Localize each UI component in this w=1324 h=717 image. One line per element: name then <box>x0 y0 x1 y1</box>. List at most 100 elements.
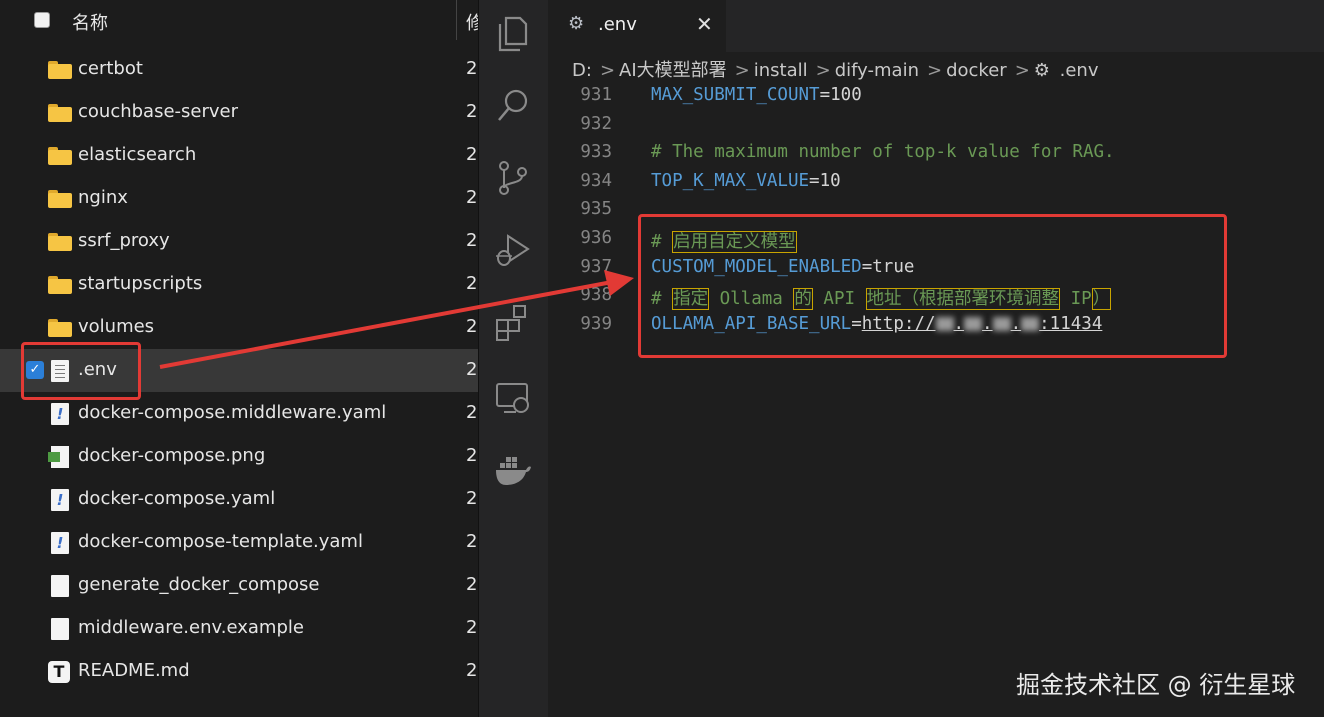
code-line: 932 <box>548 111 1324 140</box>
file-date: 2 <box>466 617 478 638</box>
annotation-box-config <box>638 214 1227 358</box>
gear-icon: ⚙ <box>1033 60 1056 81</box>
file-name: certbot <box>78 58 143 79</box>
folder-icon <box>48 61 72 79</box>
line-number: 933 <box>580 142 612 163</box>
column-divider[interactable] <box>456 0 457 40</box>
file-name: nginx <box>78 187 128 208</box>
breadcrumb-item[interactable]: docker <box>946 60 1007 81</box>
file-date: 2 <box>466 359 478 380</box>
file-date: 2 <box>466 574 478 595</box>
line-number: 939 <box>580 313 612 334</box>
file-row[interactable]: couchbase-server 2 <box>0 91 478 134</box>
markdown-file-icon: T <box>48 661 70 683</box>
file-date: 2 <box>466 402 478 423</box>
line-number: 932 <box>580 113 612 134</box>
file-date: 2 <box>466 316 478 337</box>
file-name: middleware.env.example <box>78 617 304 638</box>
code-line: 933 # The maximum number of top-k value f… <box>548 139 1324 168</box>
file-row[interactable]: ssrf_proxy 2 <box>0 220 478 263</box>
yaml-file-icon: ! <box>51 489 69 511</box>
column-name-header[interactable]: 名称 <box>72 9 108 35</box>
close-icon[interactable]: ✕ <box>696 12 713 36</box>
file-icon <box>51 575 69 597</box>
line-number: 931 <box>580 85 612 105</box>
breadcrumb-item[interactable]: install <box>754 60 808 81</box>
search-icon[interactable] <box>494 86 532 126</box>
chevron-right-icon: > <box>1014 60 1030 81</box>
code-comment: # The maximum number of top-k value for … <box>651 142 1115 163</box>
breadcrumb-item[interactable]: .env <box>1060 60 1099 81</box>
file-name: elasticsearch <box>78 144 197 165</box>
file-date: 2 <box>466 273 478 294</box>
file-name: couchbase-server <box>78 101 239 122</box>
file-date: 2 <box>466 144 478 165</box>
file-date: 2 <box>466 187 478 208</box>
code-line: 934 TOP_K_MAX_VALUE=10 <box>548 168 1324 197</box>
file-row[interactable]: certbot 2 <box>0 48 478 91</box>
env-value: 10 <box>819 170 841 191</box>
file-name: ssrf_proxy <box>78 230 170 251</box>
file-name: docker-compose.yaml <box>78 488 276 509</box>
env-key: MAX_SUBMIT_COUNT <box>651 85 820 105</box>
file-icon <box>51 618 69 640</box>
file-name: docker-compose.middleware.yaml <box>78 402 387 423</box>
breadcrumb-item[interactable]: dify-main <box>835 60 919 81</box>
line-number: 935 <box>580 199 612 220</box>
file-row[interactable]: ! docker-compose.yaml 2 <box>0 478 478 521</box>
watermark: 掘金技术社区 @ 衍生星球 <box>1016 671 1296 699</box>
column-header: 名称 ^ 修 <box>0 0 484 42</box>
file-date: 2 <box>466 660 478 681</box>
chevron-right-icon: > <box>927 60 943 81</box>
annotation-box-env-file <box>21 342 141 400</box>
file-name: startupscripts <box>78 273 203 294</box>
chevron-right-icon: > <box>815 60 831 81</box>
folder-icon <box>48 147 72 165</box>
file-name: docker-compose-template.yaml <box>78 531 363 552</box>
file-row[interactable]: docker-compose.png 2 <box>0 435 478 478</box>
file-date: 2 <box>466 445 478 466</box>
files-icon[interactable] <box>494 14 532 54</box>
docker-icon[interactable] <box>494 450 532 490</box>
breadcrumb-item[interactable]: AI大模型部署 <box>619 60 727 81</box>
sort-ascending-icon: ^ <box>238 0 249 8</box>
folder-icon <box>48 319 72 337</box>
file-name: generate_docker_compose <box>78 574 320 595</box>
line-number: 938 <box>580 285 612 306</box>
line-number: 936 <box>580 227 612 248</box>
folder-icon <box>48 104 72 122</box>
file-row[interactable]: nginx 2 <box>0 177 478 220</box>
select-all-checkbox[interactable] <box>34 12 50 28</box>
folder-icon <box>48 233 72 251</box>
file-date: 2 <box>466 58 478 79</box>
file-row[interactable]: startupscripts 2 <box>0 263 478 306</box>
file-date: 2 <box>466 531 478 552</box>
yaml-file-icon: ! <box>51 532 69 554</box>
file-name: README.md <box>78 660 190 681</box>
file-row[interactable]: generate_docker_compose 2 <box>0 564 478 607</box>
breadcrumb: D: > AI大模型部署 > install > dify-main > docker > ⚙ .e… <box>572 56 1103 82</box>
source-control-icon[interactable] <box>494 158 532 198</box>
code-editor: ⚙ .env ✕ D: > AI大模型部署 > install > dify-main > do… <box>548 0 1324 717</box>
file-row[interactable]: T README.md 2 <box>0 650 478 693</box>
chevron-right-icon: > <box>734 60 750 81</box>
file-explorer: 名称 ^ 修 certbot 2 couchbase-server 2 elastics… <box>0 0 484 717</box>
file-row[interactable]: middleware.env.example 2 <box>0 607 478 650</box>
file-row[interactable]: elasticsearch 2 <box>0 134 478 177</box>
tab-title: .env <box>598 14 637 35</box>
chevron-right-icon: > <box>599 60 616 81</box>
extensions-icon[interactable] <box>494 302 532 342</box>
remote-explorer-icon[interactable] <box>494 378 532 418</box>
breadcrumb-item[interactable]: D: <box>572 60 592 81</box>
file-name: docker-compose.png <box>78 445 266 466</box>
folder-icon <box>48 276 72 294</box>
tab-env[interactable]: ⚙ .env ✕ <box>548 0 726 52</box>
file-date: 2 <box>466 101 478 122</box>
run-debug-icon[interactable] <box>494 230 532 270</box>
code-line: 931 MAX_SUBMIT_COUNT=100 <box>548 82 1324 111</box>
gear-icon: ⚙ <box>568 13 585 34</box>
file-row[interactable]: ! docker-compose-template.yaml 2 <box>0 521 478 564</box>
tab-bar: ⚙ .env ✕ <box>548 0 1324 52</box>
env-value: 100 <box>830 85 862 105</box>
file-name: volumes <box>78 316 155 337</box>
